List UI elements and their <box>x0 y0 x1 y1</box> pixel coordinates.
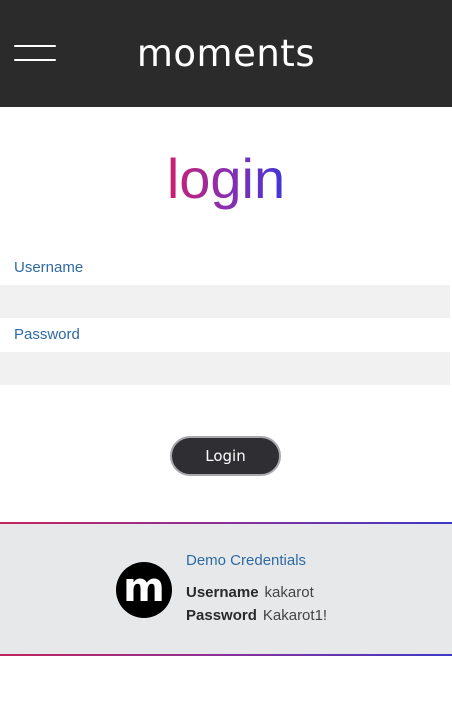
demo-credentials-heading: Demo Credentials <box>186 552 307 569</box>
username-input[interactable] <box>0 285 450 318</box>
app-brand: moments <box>136 32 316 75</box>
app-header: moments <box>0 0 452 107</box>
login-button[interactable]: Login <box>170 436 281 476</box>
logo-letter: m <box>123 565 165 611</box>
divider-bottom <box>0 654 452 656</box>
demo-username-value: kakarot <box>264 584 314 601</box>
demo-username-row: Username kakarot <box>186 584 314 602</box>
username-label: Username <box>14 259 84 276</box>
demo-username-key: Username <box>186 584 259 601</box>
demo-password-value: Kakarot1! <box>262 607 328 624</box>
demo-password-key: Password <box>186 607 257 624</box>
moments-logo-icon: m <box>116 562 172 618</box>
divider-top <box>0 522 452 524</box>
password-label: Password <box>14 326 80 343</box>
page-title-text: login <box>166 147 286 210</box>
password-input[interactable] <box>0 352 450 385</box>
login-page: moments login Username Password Login m … <box>0 0 452 711</box>
demo-credentials-panel: m Demo Credentials Username kakarot Passw… <box>0 522 452 656</box>
demo-password-row: Password Kakarot1! <box>186 607 327 625</box>
page-title: login <box>0 146 452 212</box>
